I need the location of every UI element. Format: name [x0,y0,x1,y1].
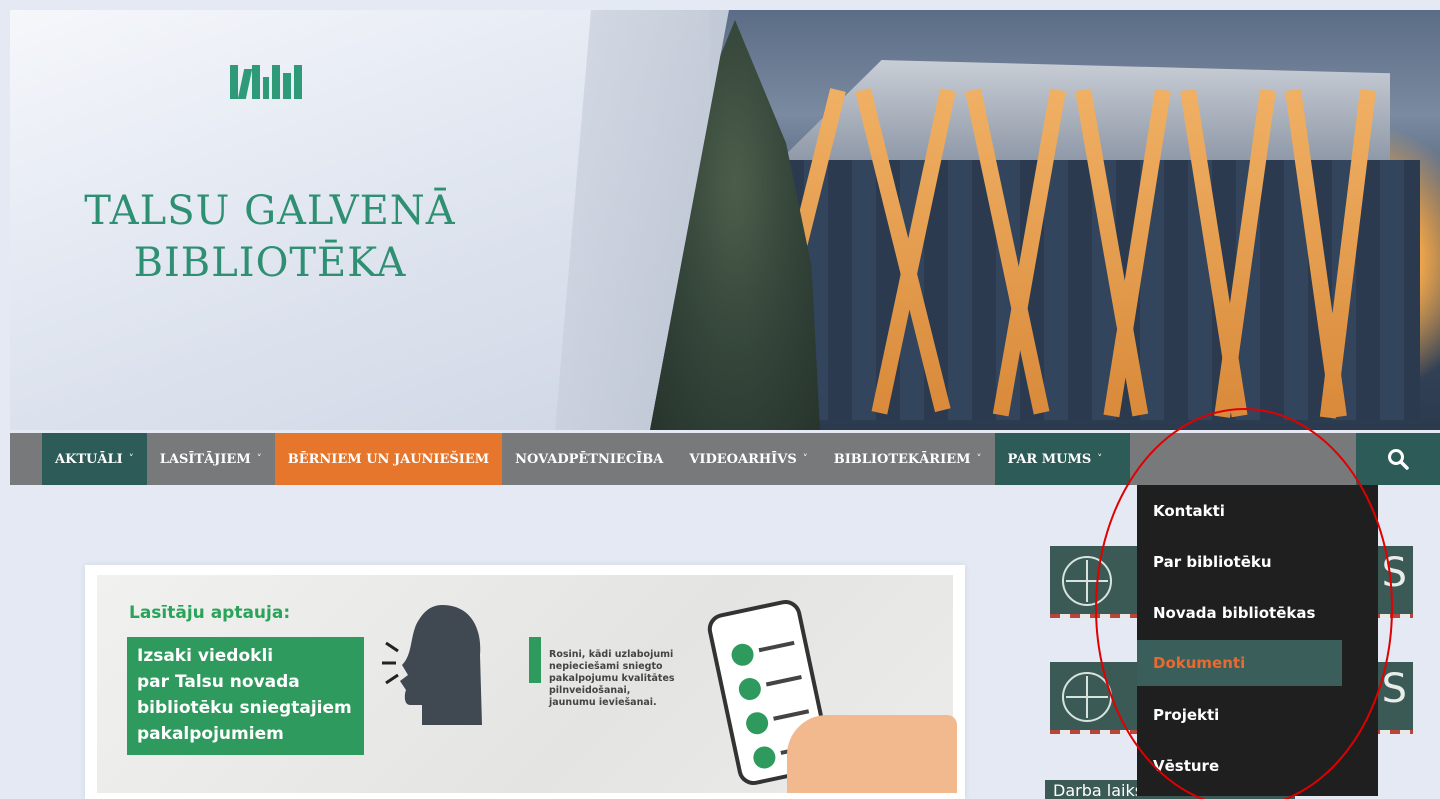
nav-item-berniem[interactable]: BĒRNIEM UN JAUNIEŠIEM [274,433,503,485]
banner-text-line: jaunumu ieviešanai. [549,697,657,708]
nav-label: BĒRNIEM UN JAUNIEŠIEM [287,451,490,467]
nav-item-bibliotekariem[interactable]: BIBLIOTEKĀRIEM ˅ [821,433,995,485]
highlight-annotation-ellipse [1095,408,1393,799]
site-title-line2: BIBLIOTĒKA [133,240,407,286]
chevron-down-icon: ˅ [802,453,808,465]
header-hero: TALSU GALVENĀ BIBLIOTĒKA [10,10,1440,430]
nav-label: PAR MUMS [1007,451,1092,467]
nav-label: NOVADPĒTNIECĪBA [515,451,664,467]
nav-label: VIDEOARHĪVS [689,451,797,467]
chevron-down-icon: ˅ [976,453,982,465]
speaking-head-icon [382,605,482,725]
chevron-down-icon: ˅ [128,453,134,465]
nav-item-videoarhivs[interactable]: VIDEOARHĪVS ˅ [676,433,820,485]
banner-title: Lasītāju aptauja: [129,603,291,623]
nav-item-lasitajiem[interactable]: LASĪTĀJIEM ˅ [147,433,275,485]
banner-description: Rosini, kādi uzlabojumi nepieciešami sni… [549,649,675,709]
widget-letter: S [1381,666,1407,712]
banner-callout-line: par Talsu novada [137,672,300,692]
banner-callout-line: bibliotēku sniegtajiem [137,698,352,718]
site-title-line1: TALSU GALVENĀ [84,188,456,234]
nav-item-aktuali[interactable]: AKTUĀLI ˅ [42,433,147,485]
nav-label: LASĪTĀJIEM [159,451,251,467]
nav-label: AKTUĀLI [55,451,123,467]
chevron-down-icon: ˅ [256,453,262,465]
site-title[interactable]: TALSU GALVENĀ BIBLIOTĒKA [60,185,480,289]
nav-item-novadpetnieciba[interactable]: NOVADPĒTNIECĪBA [502,433,676,485]
survey-banner-image: Lasītāju aptauja: Izsaki viedokli par Ta… [97,575,957,793]
exclamation-icon [529,637,541,683]
search-button[interactable] [1356,433,1440,485]
banner-text-line: pakalpojumu kvalitātes [549,673,675,684]
banner-callout-line: pakalpojumiem [137,724,284,744]
chevron-down-icon: ˅ [1097,453,1103,465]
hand-illustration [787,715,957,793]
banner-text-line: pilnveidošanai, [549,685,631,696]
hero-library-photo [650,10,1440,430]
banner-text-line: Rosini, kādi uzlabojumi [549,649,674,660]
nav-label: BIBLIOTEKĀRIEM [833,451,971,467]
nav-item-par-mums[interactable]: PAR MUMS ˅ [994,433,1131,485]
banner-callout-line: Izsaki viedokli [137,646,274,666]
bookshelf-logo-icon[interactable] [230,65,302,99]
search-icon [1388,449,1409,470]
survey-banner[interactable]: Lasītāju aptauja: Izsaki viedokli par Ta… [85,565,965,799]
banner-callout-box: Izsaki viedokli par Talsu novada bibliot… [127,637,364,755]
banner-text-line: nepieciešami sniegto [549,661,663,672]
